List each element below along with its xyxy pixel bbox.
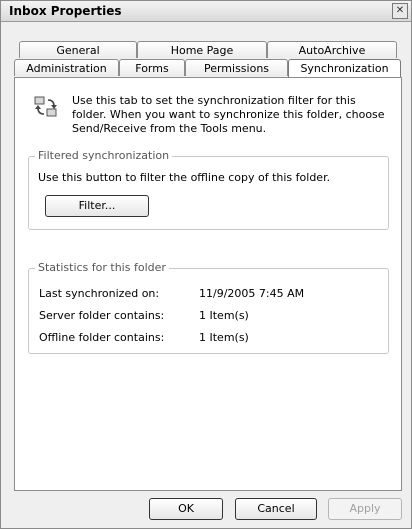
ok-button[interactable]: OK: [149, 498, 223, 520]
statistics-label: Statistics for this folder: [35, 261, 169, 274]
filtered-sync-group: Filtered synchronization Use this button…: [28, 149, 389, 230]
tab-permissions[interactable]: Permissions: [185, 59, 288, 76]
tab-autoarchive[interactable]: AutoArchive: [267, 41, 397, 58]
statistics-group: Statistics for this folder Last synchron…: [28, 261, 389, 354]
tab-synchronization[interactable]: Synchronization: [288, 59, 401, 78]
tab-general[interactable]: General: [19, 41, 137, 58]
title-bar[interactable]: Inbox Properties ✕: [1, 1, 411, 22]
filtered-sync-text: Use this button to filter the offline co…: [38, 171, 331, 184]
sync-arrows-icon: [34, 96, 57, 117]
last-synchronized-value: 11/9/2005 7:45 AM: [199, 287, 305, 300]
tab-forms[interactable]: Forms: [119, 59, 185, 76]
synchronization-panel: Use this tab to set the synchronization …: [14, 77, 402, 491]
tab-home-page[interactable]: Home Page: [137, 41, 267, 58]
filter-button[interactable]: Filter...: [45, 195, 149, 217]
server-folder-label: Server folder contains:: [39, 309, 165, 322]
window-title: Inbox Properties: [9, 4, 122, 18]
last-synchronized-label: Last synchronized on:: [39, 287, 160, 300]
properties-window: Inbox Properties ✕ General Home Page Aut…: [0, 0, 412, 529]
filtered-sync-label: Filtered synchronization: [35, 149, 173, 162]
apply-button[interactable]: Apply: [328, 498, 402, 520]
offline-folder-value: 1 Item(s): [199, 331, 249, 344]
description-text: Use this tab to set the synchronization …: [72, 94, 385, 135]
cancel-button[interactable]: Cancel: [235, 498, 317, 520]
offline-folder-label: Offline folder contains:: [39, 331, 165, 344]
tab-administration[interactable]: Administration: [14, 59, 119, 76]
server-folder-value: 1 Item(s): [199, 309, 249, 322]
close-button[interactable]: ✕: [392, 3, 408, 19]
